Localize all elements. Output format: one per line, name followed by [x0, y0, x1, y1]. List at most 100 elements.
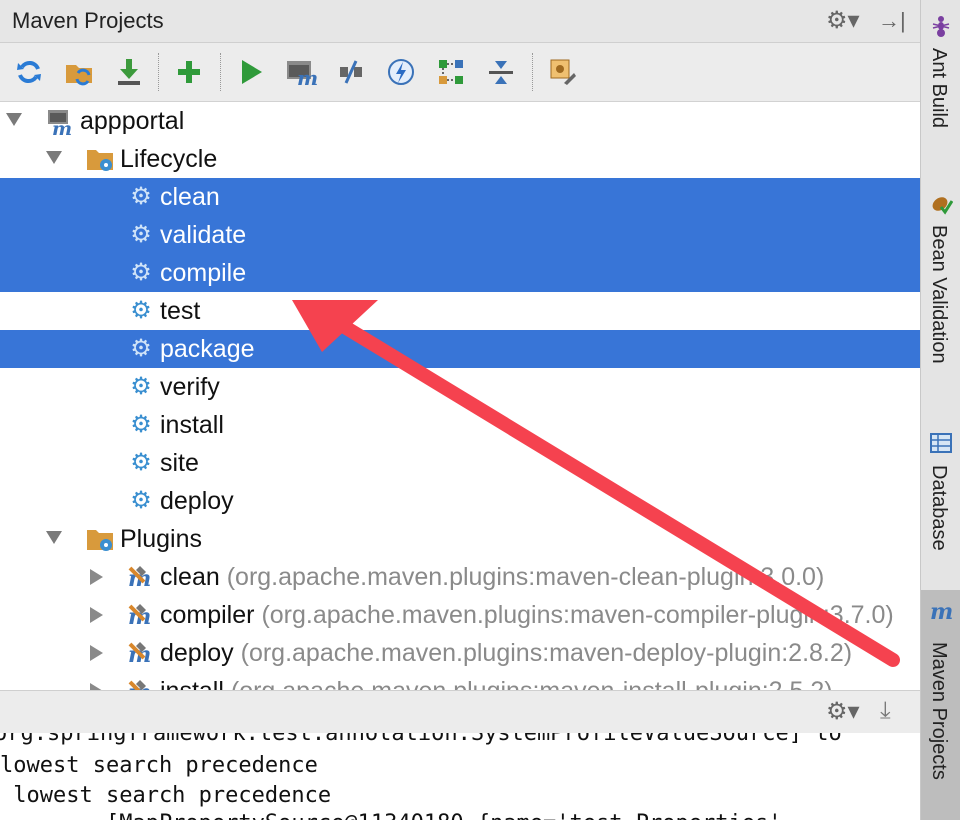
tab-label: Maven Projects — [928, 642, 950, 780]
goal-label: verify — [160, 373, 220, 401]
lifecycle-goal[interactable]: ⚙ site — [0, 444, 920, 482]
tab-label: Ant Build — [928, 48, 950, 129]
tab-maven-projects[interactable]: m Maven Projects — [921, 590, 960, 820]
maven-projects-panel: Maven Projects ⚙▾ →| m m appportal Lifec… — [0, 0, 920, 820]
panel-title-bar: Maven Projects ⚙▾ →| — [0, 0, 920, 43]
goal-label: compile — [160, 259, 247, 287]
settings-gear-icon[interactable]: ⚙▾ — [826, 6, 860, 35]
tab-bean-validation[interactable]: Bean Validation — [921, 185, 960, 400]
console-line: org.springframework.test.annotation.Syst… — [0, 733, 842, 746]
console-minimize-icon[interactable]: ⤓ — [880, 697, 891, 725]
plugin-icon: m — [126, 678, 152, 690]
toggle-offline-icon[interactable] — [334, 55, 368, 89]
toolbar-separator — [158, 53, 159, 91]
expand-arrow-icon[interactable] — [46, 151, 62, 164]
plugin-coordinates: (org.apache.maven.plugins:maven-clean-pl… — [226, 563, 825, 591]
add-icon[interactable] — [172, 55, 206, 89]
goal-label: test — [160, 297, 201, 325]
plugin-node[interactable]: m install (org.apache.maven.plugins:mave… — [0, 672, 920, 690]
console-settings-gear-icon[interactable]: ⚙▾ — [826, 697, 860, 726]
goal-gear-icon: ⚙ — [130, 183, 152, 210]
toolbar-separator — [532, 53, 533, 91]
goal-label: clean — [160, 183, 220, 211]
maven-project-tree: m appportal Lifecycle ⚙ clean ⚙ validate… — [0, 102, 920, 690]
tab-label: Database — [928, 465, 950, 551]
goal-label: package — [160, 335, 255, 363]
collapse-arrow-icon[interactable] — [90, 645, 103, 661]
tree-node-project[interactable]: m appportal — [0, 102, 920, 140]
lifecycle-goal[interactable]: ⚙ validate — [0, 216, 920, 254]
lifecycle-folder-icon — [86, 146, 113, 172]
expand-arrow-icon[interactable] — [6, 113, 22, 126]
lifecycle-goal[interactable]: ⚙ compile — [0, 254, 920, 292]
run-icon[interactable] — [234, 55, 268, 89]
plugin-node[interactable]: m deploy (org.apache.maven.plugins:maven… — [0, 634, 920, 672]
lifecycle-label: Lifecycle — [120, 145, 218, 173]
lifecycle-goal[interactable]: ⚙ deploy — [0, 482, 920, 520]
lifecycle-goal[interactable]: ⚙ test — [0, 292, 920, 330]
execute-goal-icon[interactable]: m — [284, 55, 318, 89]
lifecycle-goal[interactable]: ⚙ install — [0, 406, 920, 444]
hide-panel-icon[interactable]: →| — [878, 8, 906, 34]
plugin-name: install — [160, 677, 224, 690]
tab-database[interactable]: Database — [921, 425, 960, 575]
plugin-node[interactable]: m compiler (org.apache.maven.plugins:mav… — [0, 596, 920, 634]
goal-gear-icon: ⚙ — [130, 335, 152, 362]
plugin-label: clean (org.apache.maven.plugins:maven-cl… — [160, 563, 824, 592]
collapse-all-icon[interactable] — [484, 55, 518, 89]
goal-gear-icon: ⚙ — [130, 221, 152, 248]
svg-text:m: m — [930, 600, 953, 624]
ant-icon — [929, 14, 953, 38]
goal-gear-icon: ⚙ — [130, 373, 152, 400]
plugin-label: install (org.apache.maven.plugins:maven-… — [160, 677, 833, 690]
maven-module-icon: m — [46, 108, 72, 140]
goal-label: validate — [160, 221, 247, 249]
plugin-label: compiler (org.apache.maven.plugins:maven… — [160, 601, 894, 630]
download-icon[interactable] — [112, 55, 146, 89]
goal-label: install — [160, 411, 224, 439]
maven-toolbar: m — [0, 43, 920, 102]
generate-sources-icon[interactable] — [62, 55, 96, 89]
skip-tests-icon[interactable] — [384, 55, 418, 89]
tree-node-lifecycle[interactable]: Lifecycle — [0, 140, 920, 178]
plugin-label: deploy (org.apache.maven.plugins:maven-d… — [160, 639, 852, 668]
plugin-coordinates: (org.apache.maven.plugins:maven-compiler… — [261, 601, 894, 629]
plugin-icon: m — [126, 640, 152, 668]
goal-gear-icon: ⚙ — [130, 297, 152, 324]
collapse-arrow-icon[interactable] — [90, 569, 103, 585]
tab-label: Bean Validation — [928, 225, 950, 364]
plugin-node[interactable]: m clean (org.apache.maven.plugins:maven-… — [0, 558, 920, 596]
console-line: [MapPropertySource@11340180 {name='test … — [0, 811, 782, 820]
tab-ant-build[interactable]: Ant Build — [921, 10, 960, 160]
lifecycle-goal[interactable]: ⚙ clean — [0, 178, 920, 216]
database-icon — [929, 431, 953, 455]
goal-label: site — [160, 449, 199, 477]
bean-validation-icon — [929, 191, 954, 215]
goal-gear-icon: ⚙ — [130, 449, 152, 476]
plugins-folder-icon — [86, 526, 113, 552]
project-name: appportal — [80, 107, 185, 135]
console-output[interactable]: org.springframework.test.annotation.Syst… — [0, 733, 920, 820]
expand-arrow-icon[interactable] — [46, 531, 62, 544]
reimport-icon[interactable] — [12, 55, 46, 89]
collapse-arrow-icon[interactable] — [90, 607, 103, 623]
goal-gear-icon: ⚙ — [130, 259, 152, 286]
maven-icon: m — [929, 599, 953, 625]
tree-node-plugins[interactable]: Plugins — [0, 520, 920, 558]
goal-gear-icon: ⚙ — [130, 411, 152, 438]
plugin-coordinates: (org.apache.maven.plugins:maven-deploy-p… — [240, 639, 853, 667]
panel-title: Maven Projects — [12, 8, 164, 33]
plugin-name: compiler — [160, 601, 255, 629]
plugin-name: clean — [160, 563, 220, 591]
svg-text:m: m — [52, 118, 72, 136]
maven-settings-icon[interactable] — [546, 55, 580, 89]
collapse-arrow-icon[interactable] — [90, 683, 103, 690]
plugins-label: Plugins — [120, 525, 202, 553]
plugin-name: deploy — [160, 639, 234, 667]
svg-text:m: m — [297, 66, 317, 87]
show-dependencies-icon[interactable] — [434, 55, 468, 89]
goal-label: deploy — [160, 487, 234, 515]
lifecycle-goal[interactable]: ⚙ verify — [0, 368, 920, 406]
lifecycle-goal[interactable]: ⚙ package — [0, 330, 920, 368]
console-line: lowest search precedence — [0, 783, 332, 808]
